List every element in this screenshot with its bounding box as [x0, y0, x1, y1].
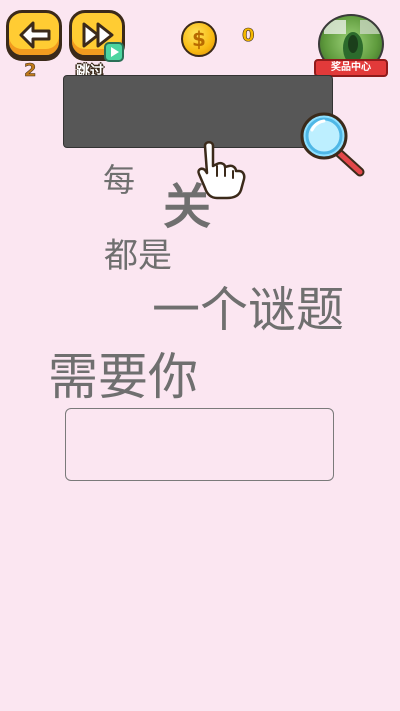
coin-icon: $	[181, 21, 217, 57]
video-badge-icon	[104, 42, 124, 62]
hidden-answer-cover[interactable]	[63, 75, 333, 148]
magnifier-icon[interactable]	[298, 112, 366, 178]
coin-count: 0	[242, 25, 255, 47]
answer-box[interactable]	[65, 408, 334, 481]
back-button[interactable]	[6, 10, 62, 58]
puzzle-word-5[interactable]: 需要你	[48, 337, 198, 409]
level-number: 2	[24, 60, 37, 82]
arrow-left-icon	[19, 21, 51, 49]
puzzle-word-4[interactable]: 一个谜题	[152, 270, 344, 340]
puzzle-word-2[interactable]: 关	[163, 167, 211, 237]
coin-symbol: $	[192, 27, 206, 51]
puzzle-word-1[interactable]: 每	[103, 155, 135, 201]
